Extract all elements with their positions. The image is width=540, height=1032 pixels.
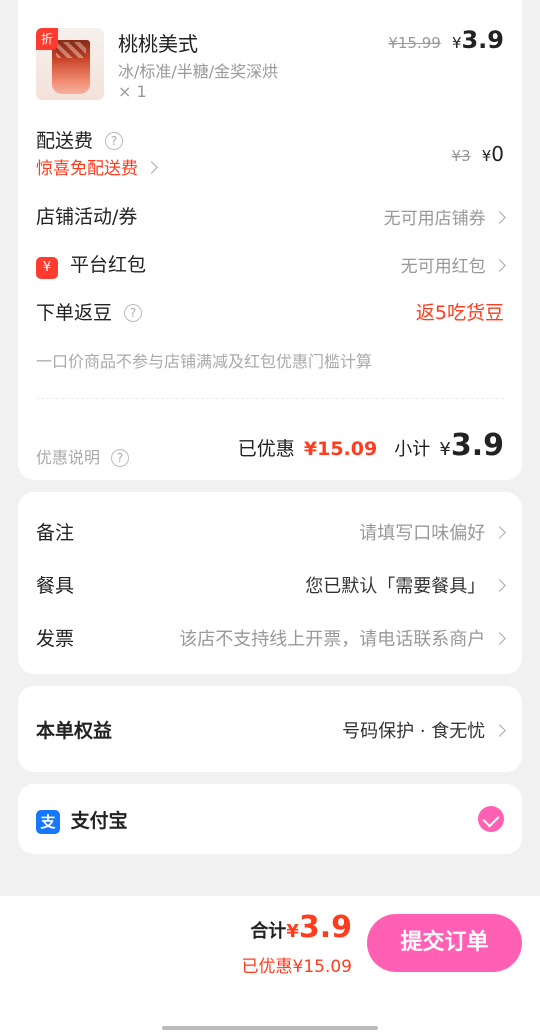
- check-icon[interactable]: [478, 806, 504, 832]
- chevron-right-icon: [493, 526, 506, 539]
- total-currency: ¥: [286, 921, 299, 942]
- payment-method-label: 支付宝: [70, 810, 128, 832]
- ice-texture: [56, 42, 86, 58]
- store-promo-value: 无可用店铺券: [383, 209, 486, 229]
- cashback-value: 返5吃货豆: [415, 302, 504, 324]
- discount-badge: 折: [36, 28, 58, 50]
- order-card: 折 桃桃美式 冰/标准/半糖/金奖深烘 × 1 ¥15.99 ¥3.9 配送费 …: [18, 0, 522, 480]
- original-price: ¥15.99: [388, 34, 441, 52]
- platform-redpacket-value: 无可用红包: [400, 257, 486, 277]
- submit-order-button[interactable]: 提交订单: [367, 914, 522, 972]
- utensils-row[interactable]: 您已默认「需要餐具」: [305, 572, 506, 598]
- platform-redpacket-label: ¥ 平台红包: [36, 250, 146, 279]
- platform-redpacket-row[interactable]: 无可用红包: [400, 252, 506, 277]
- checkout-bar: 合计¥3.9 已优惠¥15.09 提交订单: [0, 896, 540, 1032]
- benefits-card[interactable]: 本单权益 号码保护 · 食无忧: [18, 686, 522, 772]
- alipay-icon: 支: [36, 810, 60, 834]
- remark-value: 请填写口味偏好: [359, 523, 486, 544]
- delivery-promo[interactable]: 惊喜免配送费: [36, 154, 159, 179]
- cashback-label-text: 下单返豆: [36, 302, 113, 324]
- chevron-right-icon: [493, 632, 506, 645]
- question-icon: ?: [111, 449, 130, 467]
- cashback-label: 下单返豆 ?: [36, 298, 143, 325]
- payment-card[interactable]: 支 支付宝: [18, 784, 522, 854]
- redpacket-icon: ¥: [36, 257, 58, 279]
- chevron-right-icon: [493, 579, 506, 592]
- remark-row[interactable]: 请填写口味偏好: [359, 519, 506, 545]
- product-quantity: × 1: [118, 82, 147, 101]
- delivery-original-fee: ¥3: [451, 147, 471, 165]
- store-promo-row[interactable]: 无可用店铺券: [383, 204, 506, 229]
- subtotal-value: 3.9: [450, 428, 504, 463]
- benefits-label: 本单权益: [36, 720, 113, 742]
- platform-redpacket-text: 平台红包: [70, 254, 147, 276]
- product-options: 冰/标准/半糖/金奖深烘: [118, 62, 279, 81]
- product-price: 3.9: [461, 26, 504, 54]
- divider: [36, 398, 504, 399]
- subtotal-currency: ¥: [439, 439, 451, 460]
- product-name: 桃桃美式: [118, 32, 198, 56]
- delivery-promo-text: 惊喜免配送费: [36, 159, 138, 179]
- total-value: 3.9: [298, 910, 352, 945]
- chevron-right-icon: [493, 259, 506, 272]
- utensils-value: 您已默认「需要餐具」: [305, 576, 486, 597]
- question-icon[interactable]: ?: [124, 304, 143, 322]
- product-price-group: ¥15.99 ¥3.9: [388, 26, 504, 54]
- payment-method: 支 支付宝: [36, 806, 128, 834]
- delivery-label-text: 配送费: [36, 130, 94, 152]
- discount-desc[interactable]: 优惠说明 ?: [36, 444, 130, 468]
- summary-group: 已优惠 ¥15.09 小计 ¥3.9: [238, 428, 504, 463]
- chevron-right-icon: [493, 724, 506, 737]
- remark-label: 备注: [36, 522, 75, 544]
- invoice-value: 该店不支持线上开票，请电话联系商户: [179, 629, 486, 650]
- promo-note: 一口价商品不参与店铺满减及红包优惠门槛计算: [36, 352, 373, 371]
- delivery-currency: ¥: [481, 147, 492, 165]
- product-image[interactable]: 折: [36, 28, 104, 100]
- benefits-row[interactable]: 号码保护 · 食无忧: [342, 717, 506, 743]
- benefits-value: 号码保护 · 食无忧: [342, 721, 486, 742]
- delivery-fee-group: ¥3 ¥0: [452, 142, 504, 166]
- discount-value: ¥15.09: [303, 438, 378, 460]
- chevron-right-icon: [145, 161, 159, 174]
- total-group: 合计¥3.9: [250, 910, 352, 945]
- footer-discount: 已优惠¥15.09: [241, 957, 352, 977]
- invoice-label: 发票: [36, 628, 75, 650]
- extras-card: 备注 请填写口味偏好 餐具 您已默认「需要餐具」 发票 该店不支持线上开票，请电…: [18, 492, 522, 674]
- delivery-label: 配送费 ?: [36, 126, 124, 153]
- discount-label: 已优惠: [237, 438, 295, 460]
- chevron-right-icon: [493, 211, 506, 224]
- utensils-label: 餐具: [36, 575, 75, 597]
- subtotal-label: 小计: [394, 439, 431, 460]
- home-indicator: [162, 1026, 378, 1030]
- delivery-fee: 0: [491, 142, 504, 166]
- store-promo-label: 店铺活动/券: [36, 206, 138, 228]
- invoice-row[interactable]: 该店不支持线上开票，请电话联系商户: [179, 625, 506, 651]
- question-icon[interactable]: ?: [105, 132, 124, 150]
- total-label: 合计: [250, 921, 287, 942]
- discount-desc-label: 优惠说明: [36, 448, 101, 467]
